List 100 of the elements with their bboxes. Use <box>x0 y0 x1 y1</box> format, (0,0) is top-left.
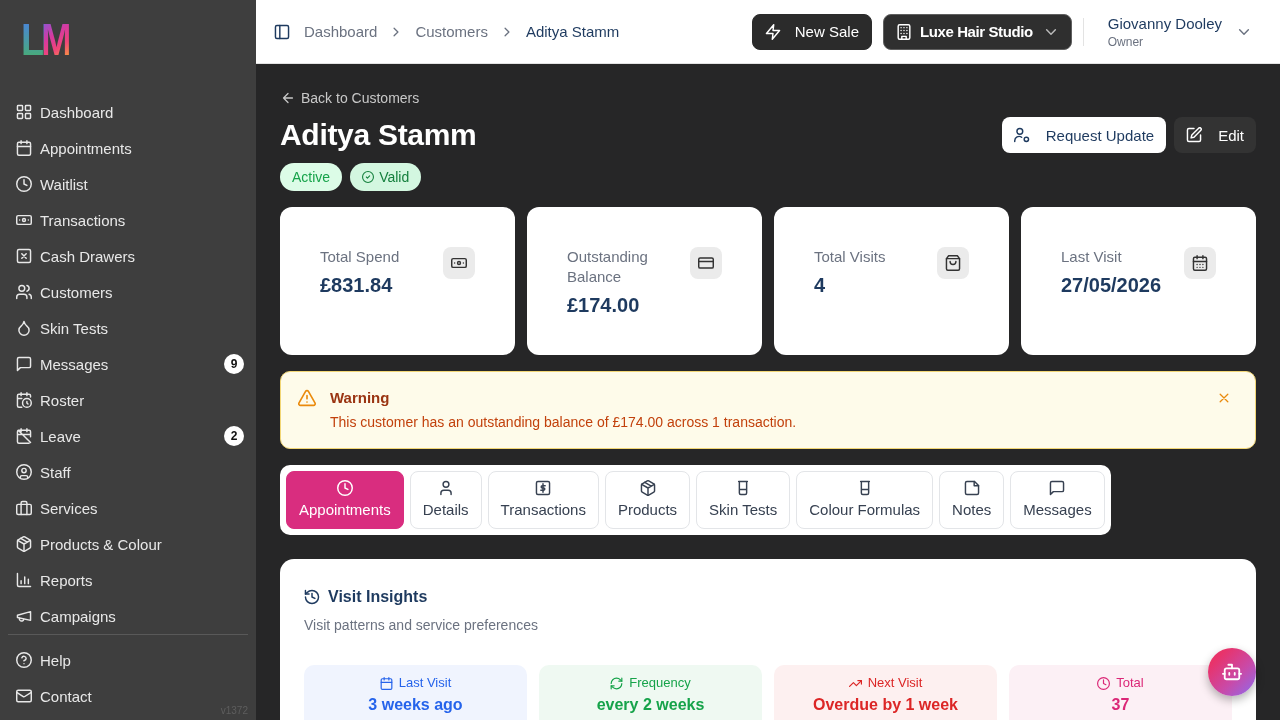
tab[interactable]: Messages <box>1010 471 1105 529</box>
edit-icon <box>1186 127 1203 143</box>
status-badge: Active <box>280 163 343 191</box>
robot-icon <box>1222 662 1242 682</box>
location-dropdown[interactable]: Luxe Hair Studio <box>883 13 1072 50</box>
calendar-icon <box>379 676 393 690</box>
square-x-icon[interactable] <box>16 248 32 264</box>
stat-label: Last Visit <box>1061 247 1123 267</box>
megaphone-icon[interactable] <box>16 608 32 624</box>
nav-item[interactable]: Help <box>16 642 71 678</box>
nav-item[interactable]: Contact <box>16 678 92 714</box>
lightning-icon <box>764 23 781 40</box>
history-icon <box>304 589 320 605</box>
status-badge: Valid <box>350 163 422 191</box>
clock-icon[interactable] <box>16 176 32 192</box>
stat-value: £174.00 <box>567 293 641 318</box>
chat-bubble-icon <box>1049 480 1066 496</box>
stat-value: 27/05/2026 <box>1061 273 1163 298</box>
chat-bubble-icon[interactable] <box>16 356 32 372</box>
box-icon[interactable] <box>16 536 32 552</box>
insight-value: Overdue by 1 week <box>813 696 958 713</box>
box-icon <box>639 480 656 496</box>
tab[interactable]: Transactions <box>487 471 599 529</box>
tab[interactable]: Colour Formulas <box>796 471 934 529</box>
nav-item[interactable]: Skin Tests <box>16 310 109 346</box>
user-circle-icon[interactable] <box>16 464 32 480</box>
nav-item[interactable]: Cash Drawers <box>16 238 136 274</box>
nav-item[interactable]: Transactions <box>16 202 126 238</box>
warning-icon <box>298 389 316 407</box>
tab[interactable]: Details <box>409 471 482 529</box>
insight-label: Total <box>1116 675 1144 691</box>
users-icon[interactable] <box>16 284 32 300</box>
panel-icon[interactable] <box>274 23 290 40</box>
arrow-left-icon <box>281 91 295 105</box>
new-sale-button[interactable]: New Sale <box>751 13 872 50</box>
user-gear-icon <box>1013 127 1030 143</box>
insight-label: Last Visit <box>398 675 452 691</box>
mail-icon[interactable] <box>16 688 32 704</box>
breadcrumb-link[interactable]: Customers <box>415 23 488 40</box>
back-link[interactable]: Back to Customers <box>280 88 420 108</box>
droplet-icon[interactable] <box>16 320 32 336</box>
stat-value: £831.84 <box>320 273 394 298</box>
breadcrumb-current: Aditya Stamm <box>525 23 620 40</box>
section-title: Visit Insights <box>328 587 428 607</box>
calendar-icon <box>1184 247 1216 279</box>
request-update-button[interactable]: Request Update <box>1001 117 1167 153</box>
insight-value: 37 <box>1111 696 1130 713</box>
stat-label: Total Spend <box>320 247 401 267</box>
clock-icon <box>1097 676 1111 690</box>
alert-title: Warning <box>330 388 391 408</box>
nav-item[interactable]: Reports <box>16 562 93 598</box>
calendar-clock-icon[interactable] <box>16 392 32 408</box>
tab[interactable]: Skin Tests <box>696 471 791 529</box>
nav-item[interactable]: Customers <box>16 274 113 310</box>
tab[interactable]: Appointments <box>286 471 404 529</box>
banknote-icon[interactable] <box>16 212 32 228</box>
calendar-slash-icon[interactable] <box>16 428 32 444</box>
building-icon <box>896 23 912 40</box>
dollar-square-icon <box>535 480 552 496</box>
refresh-icon <box>610 676 624 690</box>
count-badge: 2 <box>224 426 244 446</box>
customer-name: Aditya Stamm <box>280 117 477 153</box>
note-icon <box>963 480 980 496</box>
nav-item[interactable]: Appointments <box>16 130 132 166</box>
clock-icon <box>336 480 353 496</box>
stat-value: 4 <box>814 273 827 298</box>
bar-chart-icon[interactable] <box>16 572 32 588</box>
nav-item[interactable]: Waitlist <box>16 166 88 202</box>
count-badge: 9 <box>224 354 244 374</box>
user-icon <box>437 480 454 496</box>
insight-label: Frequency <box>629 675 691 691</box>
grid-icon[interactable] <box>16 104 32 120</box>
tab[interactable]: Notes <box>939 471 1005 529</box>
credit-card-icon <box>690 247 722 279</box>
nav-item[interactable]: Dashboard <box>16 94 114 130</box>
insight-value: every 2 weeks <box>596 696 705 713</box>
stat-label: Total Visits <box>814 247 887 267</box>
calendar-icon[interactable] <box>16 140 32 156</box>
breadcrumb-link[interactable]: Dashboard <box>304 23 378 40</box>
nav-item[interactable]: Messages <box>16 346 109 382</box>
user-role: Owner <box>1107 33 1145 50</box>
insight-label: Next Visit <box>867 675 923 691</box>
alert-message: This customer has an outstanding balance of £174.00 across 1 transaction. <box>330 413 798 432</box>
check-circle-icon <box>362 171 375 183</box>
tab[interactable]: Products <box>604 471 691 529</box>
nav-item[interactable]: Services <box>16 490 98 526</box>
help-icon[interactable] <box>16 652 32 668</box>
insight-value: 3 weeks ago <box>368 696 463 713</box>
nav-item[interactable]: Roster <box>16 382 85 418</box>
nav-item[interactable]: Campaigns <box>16 598 116 634</box>
section-subtitle: Visit patterns and service preferences <box>304 616 539 635</box>
nav-item[interactable]: Leave <box>16 418 81 454</box>
edit-button[interactable]: Edit <box>1174 117 1256 153</box>
stat-label: Outstanding Balance <box>567 247 649 287</box>
nav-item[interactable]: Staff <box>16 454 71 490</box>
briefcase-icon[interactable] <box>16 500 32 516</box>
nav-item[interactable]: Products & Colour <box>16 526 162 562</box>
banknote-icon <box>443 247 475 279</box>
user-name: Giovanny Dooley <box>1107 13 1222 34</box>
shopping-bag-icon <box>937 247 969 279</box>
